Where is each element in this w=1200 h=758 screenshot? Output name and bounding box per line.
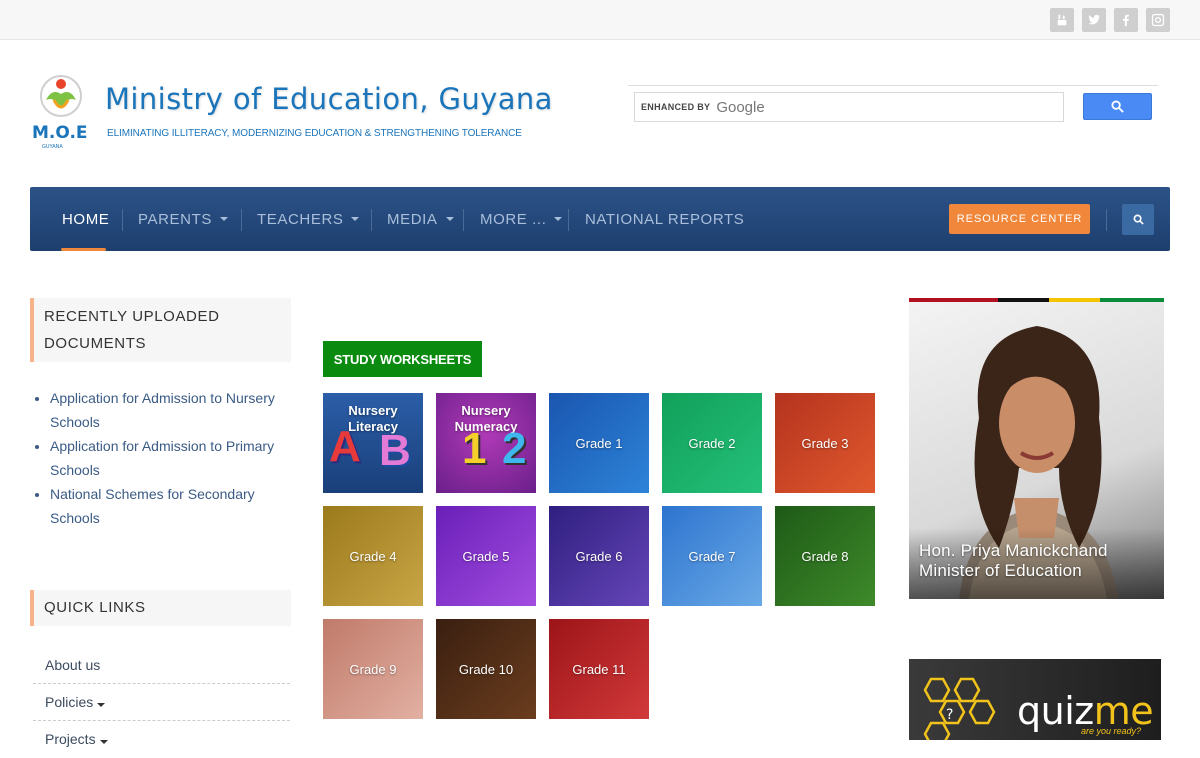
minister-name: Hon. Priya Manickchand [919, 541, 1108, 560]
svg-text:?: ? [946, 707, 953, 723]
site-title[interactable]: Ministry of Education, Guyana [105, 82, 553, 116]
quick-link-about[interactable]: About us [33, 647, 290, 684]
tile-nursery-numeracy[interactable]: Nursery Numeracy 1 2 [436, 393, 536, 493]
minister-photo[interactable]: Hon. Priya Manickchand Minister of Educa… [909, 298, 1164, 599]
chevron-down-icon [99, 740, 108, 744]
tile-grade-9[interactable]: Grade 9 [323, 619, 423, 719]
main-nav: HOME PARENTS TEACHERS MEDIA MORE ... NAT… [30, 187, 1170, 251]
recent-docs-list: Application for Admission to Nursery Sch… [50, 386, 295, 530]
honeycomb-icon: ? [923, 677, 996, 740]
tile-grade-8[interactable]: Grade 8 [775, 506, 875, 606]
tile-nursery-literacy[interactable]: Nursery Literacy A B [323, 393, 423, 493]
resource-center-button[interactable]: RESOURCE CENTER [949, 204, 1090, 234]
quizme-tagline: are you ready? [1081, 726, 1142, 736]
doc-link[interactable]: National Schemes for Secondary Schools [50, 482, 295, 530]
search-button[interactable] [1083, 93, 1152, 120]
svg-text:GUYANA: GUYANA [42, 144, 63, 150]
tile-grade-11[interactable]: Grade 11 [549, 619, 649, 719]
search-icon [1133, 214, 1144, 225]
tile-grade-2[interactable]: Grade 2 [662, 393, 762, 493]
nav-teachers[interactable]: TEACHERS [257, 187, 360, 251]
tile-grade-1[interactable]: Grade 1 [549, 393, 649, 493]
ministry-logo[interactable]: M.O.E GUYANA [30, 70, 92, 152]
chevron-down-icon [351, 217, 360, 221]
nav-media[interactable]: MEDIA [387, 187, 454, 251]
nav-search-button[interactable] [1122, 204, 1154, 235]
chevron-down-icon [97, 703, 106, 707]
enhanced-by-label: ENHANCED BY [641, 102, 711, 112]
youtube-icon[interactable] [1050, 8, 1074, 32]
doc-link[interactable]: Application for Admission to Primary Sch… [50, 434, 295, 482]
instagram-icon[interactable] [1146, 8, 1170, 32]
tile-grade-10[interactable]: Grade 10 [436, 619, 536, 719]
facebook-icon[interactable] [1114, 8, 1138, 32]
letter-b: B [379, 426, 411, 475]
tile-grade-7[interactable]: Grade 7 [662, 506, 762, 606]
quizme-banner[interactable]: ? quizme are you ready? [909, 659, 1161, 740]
digit-one: 1 [462, 424, 487, 473]
letter-a: A [329, 422, 361, 471]
twitter-icon[interactable] [1082, 8, 1106, 32]
chevron-down-icon [554, 217, 563, 221]
site-tagline: ELIMINATING ILLITERACY, MODERNIZING EDUC… [107, 128, 522, 139]
search-icon [1111, 100, 1124, 113]
quick-links-heading: QUICK LINKS [30, 590, 291, 626]
google-search: ENHANCED BY Google [628, 85, 1158, 122]
minister-caption: Hon. Priya Manickchand Minister of Educa… [919, 541, 1108, 581]
tile-grade-3[interactable]: Grade 3 [775, 393, 875, 493]
chevron-down-icon [445, 217, 454, 221]
nav-parents[interactable]: PARENTS [138, 187, 228, 251]
google-logo: Google [716, 98, 765, 116]
study-worksheets-badge: STUDY WORKSHEETS [323, 341, 482, 377]
quick-link-policies[interactable]: Policies [33, 684, 290, 721]
active-indicator [61, 248, 106, 251]
tile-grade-5[interactable]: Grade 5 [436, 506, 536, 606]
tile-grade-6[interactable]: Grade 6 [549, 506, 649, 606]
tile-grade-4[interactable]: Grade 4 [323, 506, 423, 606]
chevron-down-icon [219, 217, 228, 221]
search-input[interactable]: ENHANCED BY Google [634, 92, 1064, 122]
nav-home[interactable]: HOME [62, 187, 109, 251]
recent-docs-heading: RECENTLY UPLOADED DOCUMENTS [30, 298, 291, 362]
nav-national-reports[interactable]: NATIONAL REPORTS [585, 187, 744, 251]
digit-two: 2 [502, 424, 527, 473]
top-bar [0, 0, 1200, 40]
svg-text:M.O.E: M.O.E [32, 123, 88, 143]
nav-more[interactable]: MORE ... [480, 187, 563, 251]
doc-link[interactable]: Application for Admission to Nursery Sch… [50, 386, 295, 434]
minister-role: Minister of Education [919, 561, 1082, 580]
